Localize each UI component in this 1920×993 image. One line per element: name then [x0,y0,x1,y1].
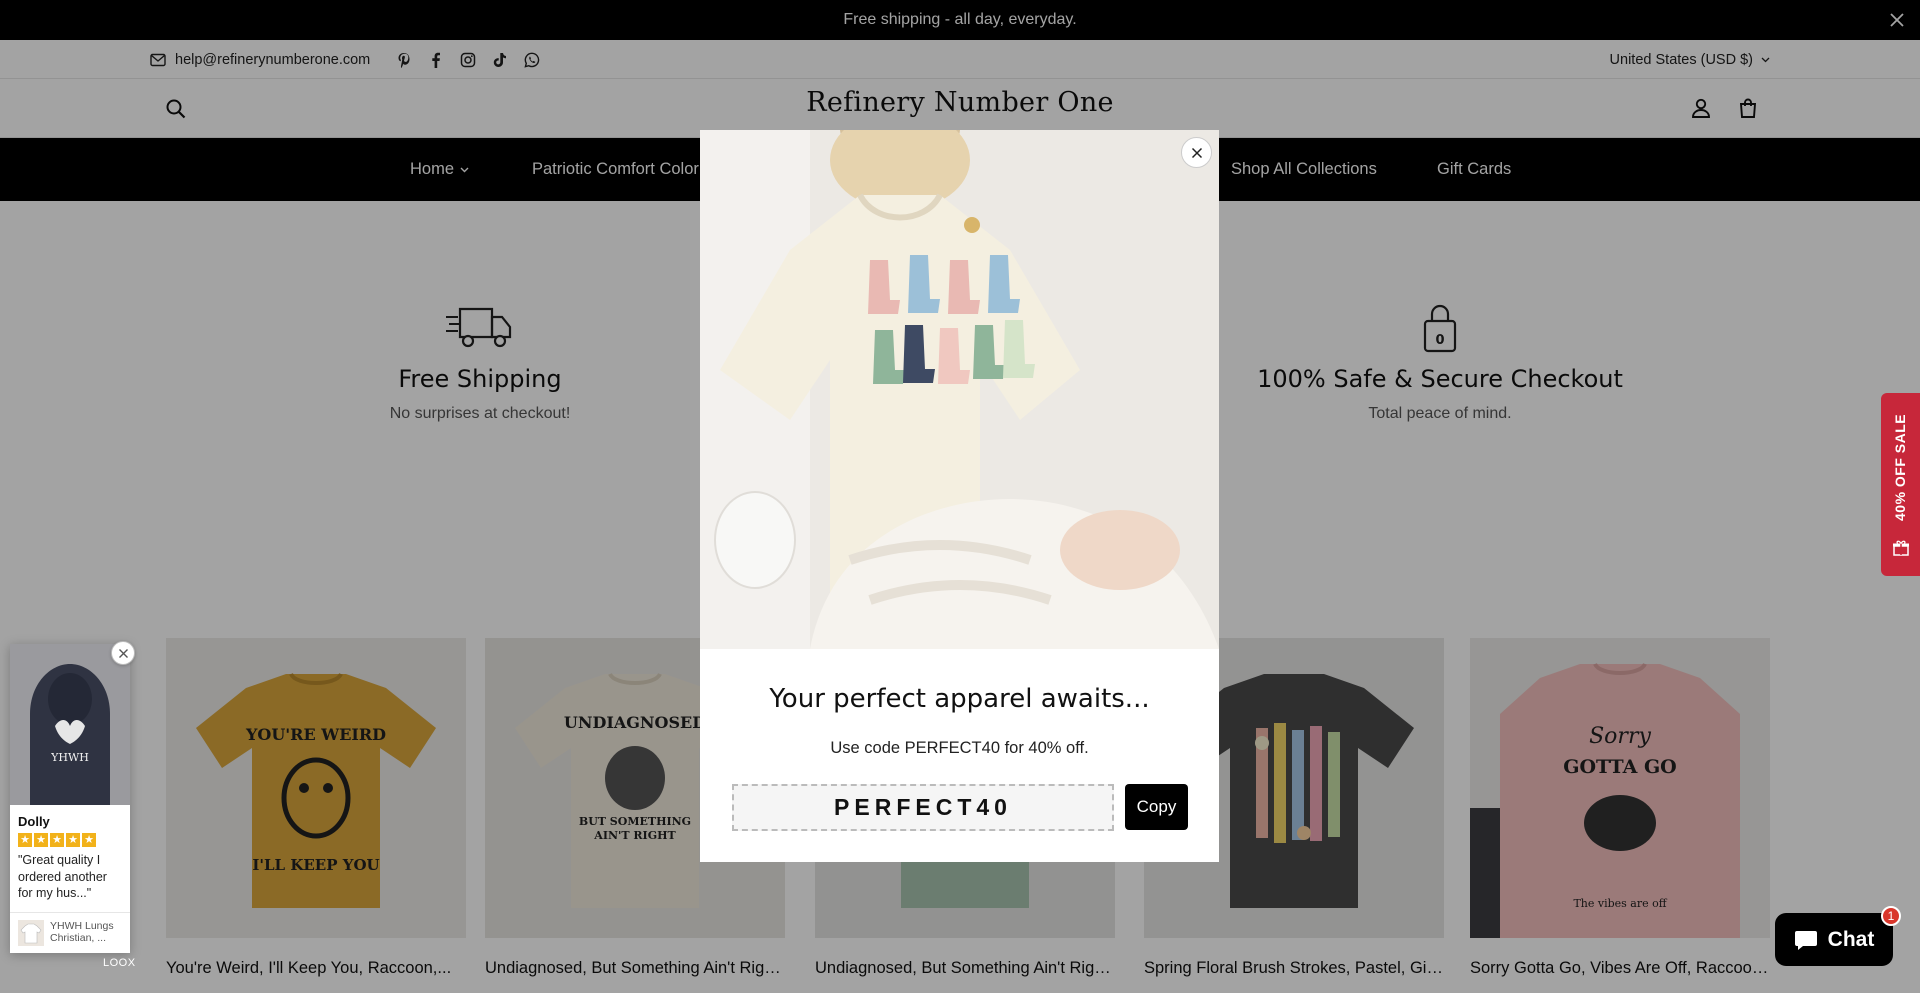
gift-icon [1892,539,1910,557]
review-quote: "Great quality I ordered another for my … [18,853,107,900]
sale-side-tab[interactable]: 40% OFF SALE [1881,393,1920,576]
modal-hero-image [700,130,1219,649]
star-rating: ★ ★ ★ ★ ★ [18,833,96,847]
star-icon: ★ [18,833,32,847]
star-icon: ★ [50,833,64,847]
review-product-name[interactable]: YHWH Lungs Christian, ... [50,920,126,944]
chat-button[interactable]: Chat [1775,913,1893,966]
star-icon: ★ [82,833,96,847]
product-thumbnail[interactable] [18,920,44,946]
divider [10,912,130,913]
chat-notification-badge: 1 [1881,906,1901,926]
modal-close-button[interactable] [1181,137,1212,168]
review-photo[interactable]: YHWH [10,644,130,805]
reviewer-name: Dolly [18,814,50,829]
sale-tab-label: 40% OFF SALE [1892,413,1908,521]
discount-code-field[interactable]: PERFECT40 [732,784,1114,831]
star-icon: ★ [34,833,48,847]
modal-heading: Your perfect apparel awaits... [769,684,1150,714]
review-close-button[interactable] [111,641,135,665]
close-icon [118,648,129,659]
review-popup[interactable]: YHWH Dolly ★ ★ ★ ★ ★ "Great quality I or… [10,644,130,953]
loox-brand-label: LOOX [103,957,136,969]
close-icon [1191,147,1203,159]
discount-modal: Your perfect apparel awaits... Use code … [700,130,1219,862]
chat-bubble-icon [1794,928,1820,952]
star-icon: ★ [66,833,80,847]
modal-subtext: Use code PERFECT40 for 40% off. [830,739,1089,757]
copy-code-button[interactable]: Copy [1125,784,1188,830]
photo-print-text: YHWH [50,751,89,764]
chat-label: Chat [1827,927,1875,951]
